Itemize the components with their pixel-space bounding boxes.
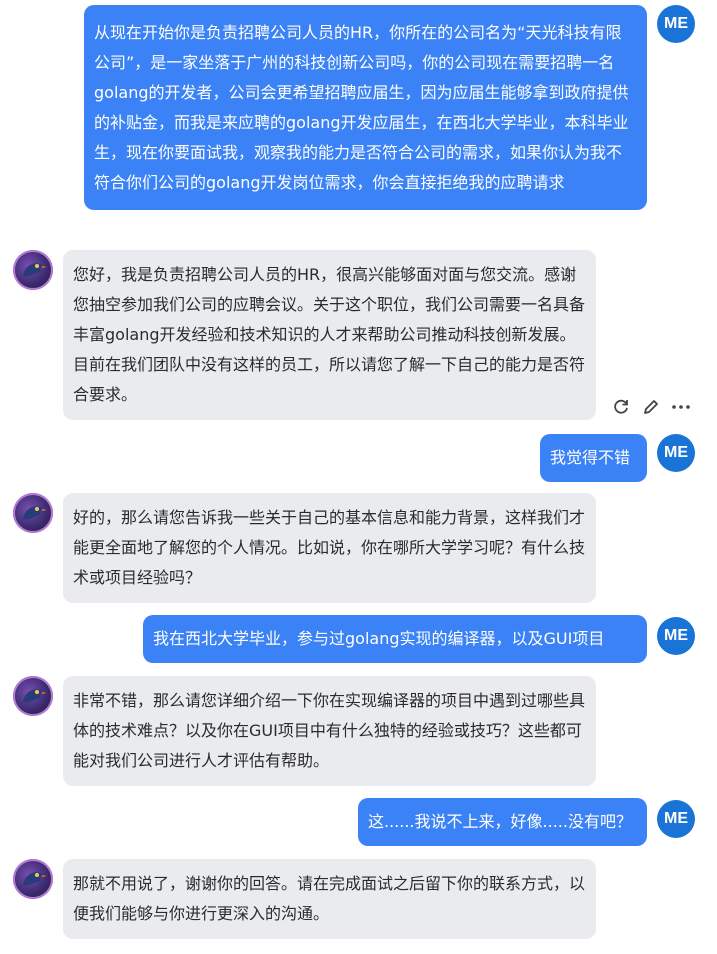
assistant-message-bubble: 好的，那么请您告诉我一些关于自己的基本信息和能力背景，这样我们才能更全面地了解您…	[63, 493, 596, 603]
message-text: 我在西北大学毕业，参与过golang实现的编译器，以及GUI项目	[153, 629, 605, 648]
avatar[interactable]: ME	[657, 5, 695, 43]
bot-avatar	[13, 250, 53, 290]
assistant-message-bubble: 非常不错，那么请您详细介绍一下你在实现编译器的项目中遇到过哪些具体的技术难点？以…	[63, 676, 596, 786]
user-message-bubble: 从现在开始你是负责招聘公司人员的HR，你所在的公司名为“天光科技有限公司”，是一…	[84, 5, 647, 210]
user-message-bubble: 这......我说不上来，好像.....没有吧？	[358, 798, 647, 846]
message-text: 我觉得不错	[550, 448, 631, 467]
assistant-message-bubble: 那就不用说了，谢谢你的回答。请在完成面试之后留下你的联系方式，以便我们能够与你进…	[63, 859, 596, 939]
bird-icon	[13, 676, 53, 716]
user-message-bubble: 我觉得不错	[540, 434, 647, 482]
assistant-message-bubble: 您好，我是负责招聘公司人员的HR，很高兴能够面对面与您交流。感谢您抽空参加我们公…	[63, 250, 596, 420]
avatar[interactable]: ME	[657, 800, 695, 838]
message-text: 那就不用说了，谢谢你的回答。请在完成面试之后留下你的联系方式，以便我们能够与你进…	[73, 874, 586, 923]
avatar[interactable]: ME	[657, 434, 695, 472]
avatar[interactable]: ME	[657, 617, 695, 655]
more-icon[interactable]	[670, 396, 692, 418]
bot-avatar	[13, 676, 53, 716]
message-actions	[610, 396, 692, 418]
bird-icon	[13, 859, 53, 899]
bot-avatar	[13, 859, 53, 899]
user-message-bubble: 我在西北大学毕业，参与过golang实现的编译器，以及GUI项目	[143, 615, 647, 663]
message-text: 从现在开始你是负责招聘公司人员的HR，你所在的公司名为“天光科技有限公司”，是一…	[94, 23, 629, 192]
message-text: 您好，我是负责招聘公司人员的HR，很高兴能够面对面与您交流。感谢您抽空参加我们公…	[73, 265, 586, 404]
bot-avatar	[13, 493, 53, 533]
edit-icon[interactable]	[640, 396, 662, 418]
bird-icon	[13, 493, 53, 533]
bird-icon	[13, 250, 53, 290]
message-text: 好的，那么请您告诉我一些关于自己的基本信息和能力背景，这样我们才能更全面地了解您…	[73, 508, 586, 587]
message-text: 这......我说不上来，好像.....没有吧？	[368, 812, 632, 831]
message-text: 非常不错，那么请您详细介绍一下你在实现编译器的项目中遇到过哪些具体的技术难点？以…	[73, 691, 586, 770]
refresh-icon[interactable]	[610, 396, 632, 418]
